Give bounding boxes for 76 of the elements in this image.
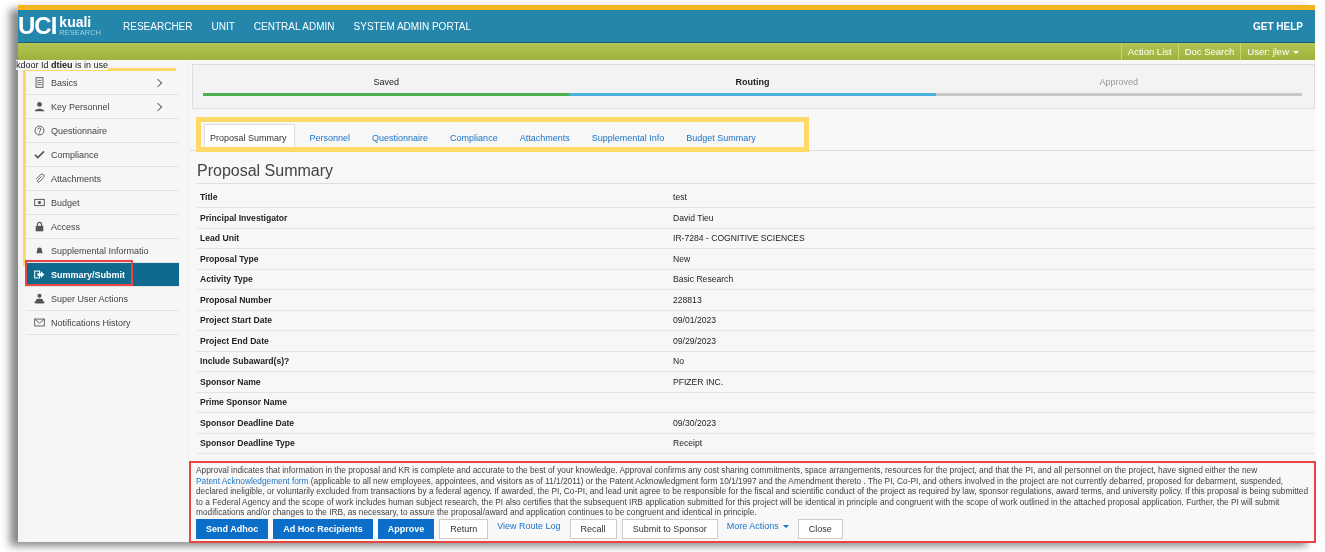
lock-icon (34, 221, 45, 232)
action-button[interactable]: Return (439, 519, 489, 539)
user-icon (34, 293, 45, 304)
field-value: 09/29/2023 (673, 335, 716, 346)
field-label: Proposal Number (199, 294, 273, 305)
field-label: Include Subaward(s)? (199, 356, 291, 367)
field-value: PFIZER INC. (673, 376, 724, 387)
field-label: Principal Investigator (199, 212, 289, 223)
action-button[interactable]: Submit to Sponsor (621, 519, 718, 539)
paperclip-icon (34, 173, 45, 184)
envelope-icon (34, 317, 45, 328)
sidebar-item[interactable]: Budget (26, 191, 179, 215)
logo-text: UCI (18, 12, 57, 40)
action-button[interactable]: Ad Hoc Recipients (273, 519, 373, 539)
field-value: David Tieu (673, 212, 714, 223)
patent-form-link[interactable]: Patent Acknowledgement form (196, 475, 309, 486)
exit-arrow-icon (34, 269, 45, 280)
banknote-icon (34, 197, 45, 208)
route-log-link[interactable]: View Route Log (493, 519, 565, 533)
field-value: New (673, 253, 691, 264)
sidebar-item[interactable]: Questionnaire (26, 119, 179, 143)
field-label: Lead Unit (199, 233, 241, 244)
checkmark-icon (34, 149, 45, 160)
field-label: Sponsor Deadline Date (199, 417, 296, 428)
help-link[interactable]: GET HELP (1253, 20, 1303, 32)
field-label: Activity Type (199, 274, 254, 285)
field-label: Sponsor Name (199, 376, 262, 387)
bell-icon (34, 245, 45, 256)
nav-link[interactable]: UNIT (211, 20, 235, 32)
field-value: Receipt (673, 438, 703, 449)
action-button[interactable]: Recall (569, 519, 617, 539)
caret-icon (782, 525, 789, 529)
logo-text: kuali (59, 15, 92, 30)
field-label: Project End Date (199, 335, 270, 346)
approval-text: Approval indicates that information in the proposal and KR is complete and accurate to the best of your knowledge. Approval confirms any cost sharing commitments, space arrangements, resources for the project, and that the PI, and all personnel on the project, have signed either the new Patent Acknowledgement form (applicable to all new employees, appointees, and visitors as of 11/1/2011) or the Patent Acknowledgment form 10/1/1997 and the Amendment thereto . The PI, Co-PI, and others involved in the project are not currently debarred, proposed for debarment, suspended, declared ineligible, or voluntarily excluded from transactions by a federal agency. If awarded, the PI, Co-PI, and lead unit agree to be responsible for the fiscal and scientific conduct of the project as required by law, sponsor regulations, award terms, and university policy. If this proposal is being submitted to a Federal Agency and the scope of work includes human subject research, the PI also certifies that the subsequent IRB application submitted for this project will be identical in principle and congruent with the scope of work outlined in the attached proposal application. Further, the PI will submit modifications and/or changes to the IRB, as necessary, to assure the proposal/award and application continues to be congruent and identical in principle. (196, 465, 1309, 518)
field-value: 228813 (673, 294, 702, 305)
field-label: Proposal Type (199, 253, 260, 264)
sidebar-item[interactable]: Access (26, 215, 179, 239)
section-title: Proposal Summary (197, 161, 1315, 184)
tab[interactable]: Budget Summary (675, 127, 767, 148)
action-button[interactable]: Approve (377, 519, 435, 539)
sidebar-item[interactable]: Supplemental Informatio (26, 239, 179, 263)
notice-text: kdoor Id dtieu is in use (16, 60, 109, 70)
sidebar-item[interactable]: Key Personnel (26, 95, 179, 119)
tab[interactable]: Proposal Summary (204, 123, 295, 148)
action-button[interactable]: Close (797, 519, 843, 539)
step-label: Routing (735, 77, 770, 88)
field-label: Title (199, 192, 219, 203)
field-value: No (673, 356, 684, 367)
tab[interactable]: Questionnaire (361, 127, 440, 148)
tab[interactable]: Attachments (508, 127, 581, 148)
tab[interactable]: Supplemental Info (580, 127, 676, 148)
field-value: IR-7284 - COGNITIVE SCIENCES (673, 233, 805, 244)
step-label: Saved (373, 77, 399, 88)
action-button[interactable]: Send Adhoc (196, 519, 269, 539)
sidebar-item[interactable]: Basics (26, 71, 179, 95)
nav-link[interactable]: CENTRAL ADMIN (253, 20, 335, 32)
document-icon (34, 77, 45, 88)
nav-link[interactable]: RESEARCHER (123, 20, 193, 32)
sidebar-item[interactable]: Summary/Submit (26, 263, 179, 287)
tab[interactable]: Personnel (298, 127, 362, 148)
question-icon (34, 125, 45, 136)
tab[interactable]: Compliance (439, 127, 509, 148)
person-icon (34, 101, 45, 112)
field-value: 09/30/2023 (673, 417, 716, 428)
nav-link[interactable]: SYSTEM ADMIN PORTAL (353, 20, 472, 32)
sidebar-item[interactable]: Attachments (26, 167, 179, 191)
field-value: Basic Research (673, 274, 734, 285)
field-value: 09/01/2023 (673, 315, 716, 326)
field-label: Prime Sponsor Name (199, 397, 288, 408)
step-label: Approved (1099, 77, 1139, 88)
sidebar-item[interactable]: Compliance (26, 143, 179, 167)
field-value: test (673, 192, 687, 203)
more-actions-menu[interactable]: More Actions (722, 519, 793, 533)
field-label: Sponsor Deadline Type (199, 438, 296, 449)
field-label: Project Start Date (199, 315, 274, 326)
